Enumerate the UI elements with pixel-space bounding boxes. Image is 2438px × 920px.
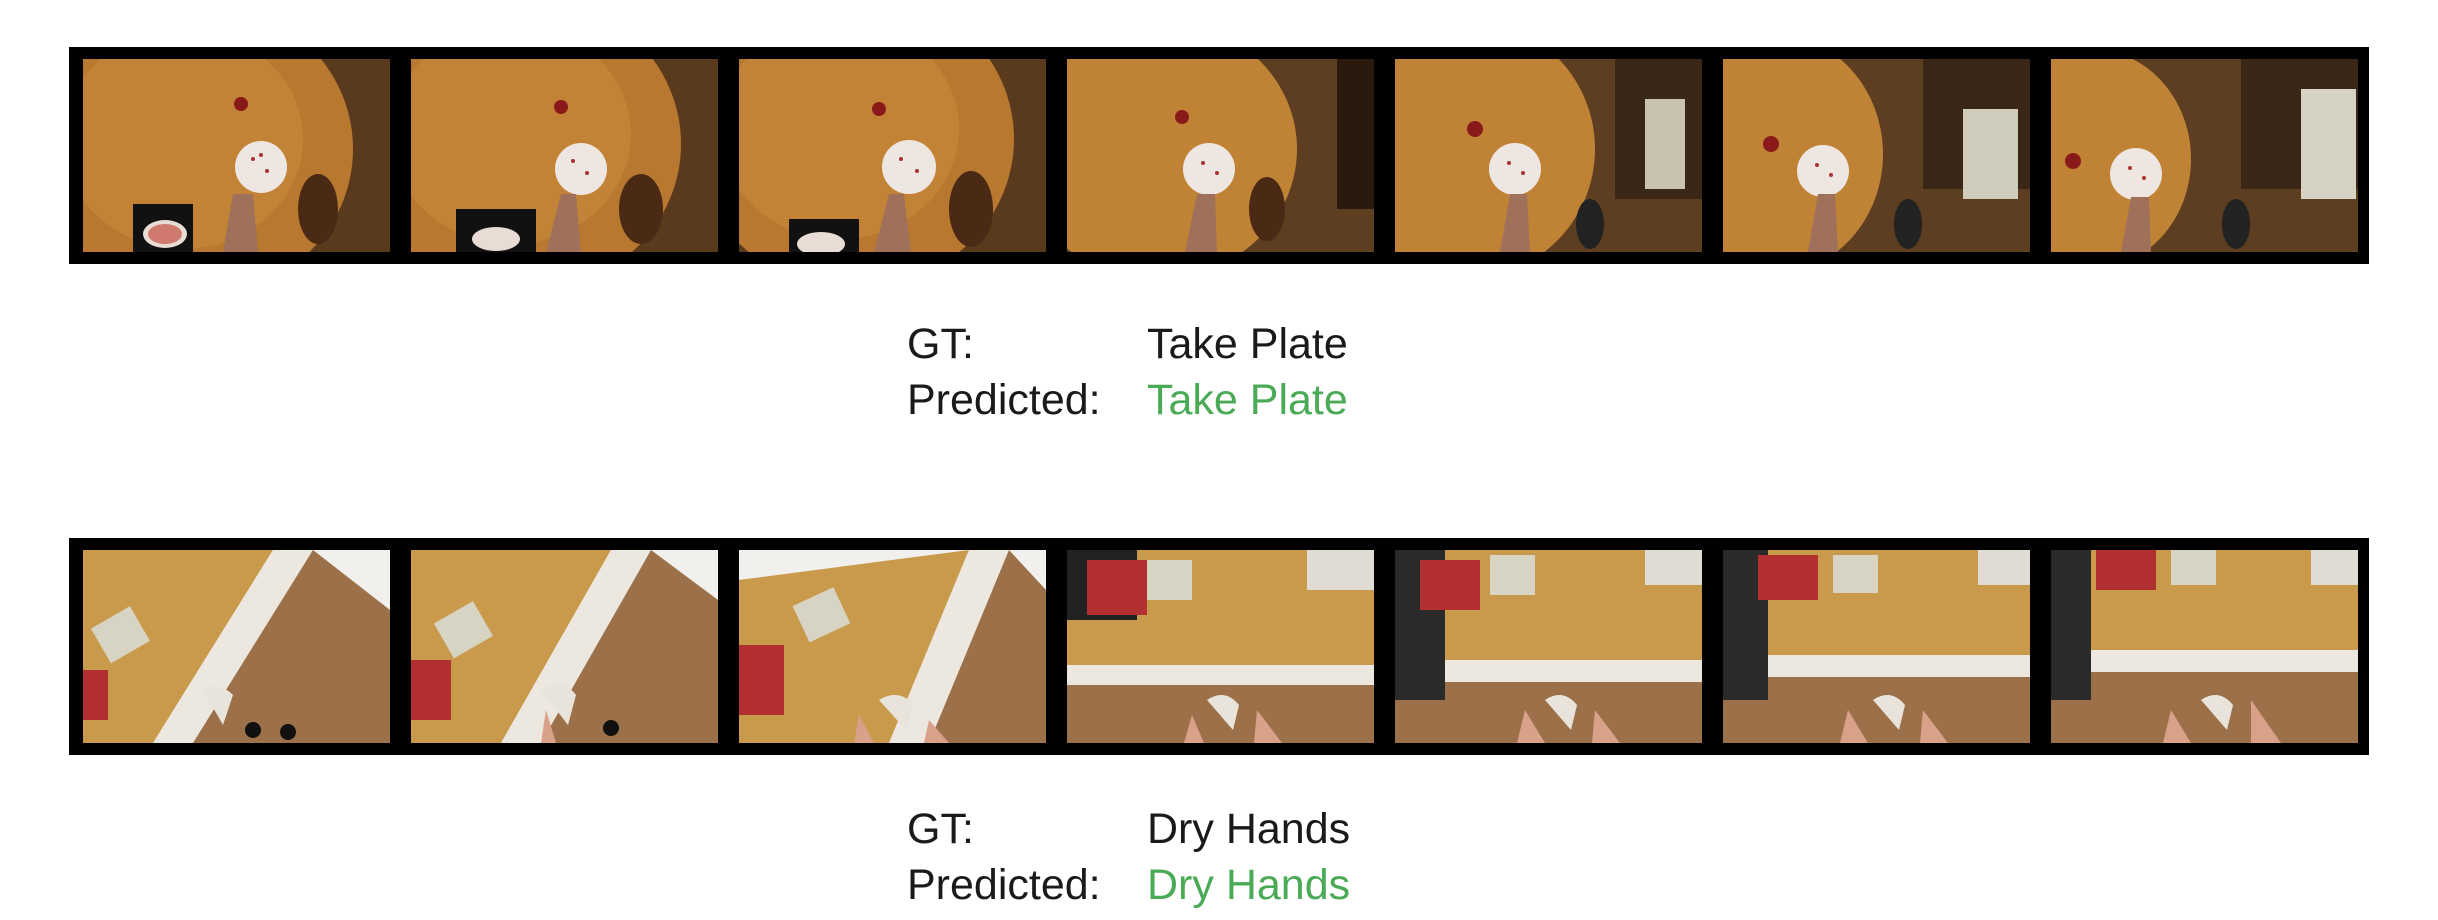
predicted-value: Take Plate bbox=[1147, 376, 1348, 424]
result-caption: GT: Dry Hands Predicted: Dry Hands bbox=[907, 801, 1507, 913]
video-frame bbox=[1067, 59, 1374, 252]
predicted-value: Dry Hands bbox=[1147, 861, 1351, 909]
video-frame bbox=[83, 59, 390, 252]
result-caption: GT: Take Plate Predicted: Take Plate bbox=[907, 316, 1507, 428]
video-frame bbox=[1395, 59, 1702, 252]
video-frame bbox=[2051, 59, 2358, 252]
gt-label: GT: bbox=[907, 805, 974, 853]
video-frame bbox=[411, 59, 718, 252]
video-frame bbox=[2051, 550, 2358, 743]
video-frame bbox=[411, 550, 718, 743]
gt-row: GT: Take Plate bbox=[907, 316, 1507, 372]
video-frame bbox=[739, 550, 1046, 743]
video-frame bbox=[1395, 550, 1702, 743]
gt-label: GT: bbox=[907, 320, 974, 368]
predicted-label: Predicted: bbox=[907, 861, 1101, 909]
video-frame bbox=[1723, 59, 2030, 252]
gt-row: GT: Dry Hands bbox=[907, 801, 1507, 857]
video-frame-strip bbox=[69, 47, 2369, 264]
gt-value: Take Plate bbox=[1147, 320, 1348, 368]
predicted-row: Predicted: Dry Hands bbox=[907, 857, 1507, 913]
gt-value: Dry Hands bbox=[1147, 805, 1351, 853]
video-frame bbox=[83, 550, 390, 743]
predicted-label: Predicted: bbox=[907, 376, 1101, 424]
video-frame-strip bbox=[69, 538, 2369, 755]
video-frame bbox=[1067, 550, 1374, 743]
video-frame bbox=[1723, 550, 2030, 743]
predicted-row: Predicted: Take Plate bbox=[907, 372, 1507, 428]
video-frame bbox=[739, 59, 1046, 252]
